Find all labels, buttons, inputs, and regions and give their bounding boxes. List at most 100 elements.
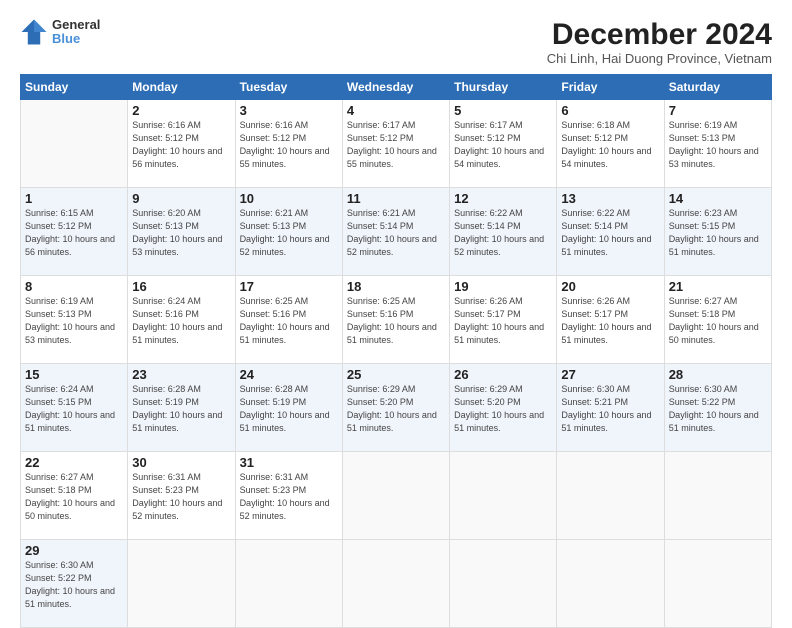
day-number: 21 <box>669 279 767 294</box>
day-info: Sunrise: 6:30 AMSunset: 5:21 PMDaylight:… <box>561 383 659 435</box>
logo-line2: Blue <box>52 32 100 46</box>
table-row: 19Sunrise: 6:26 AMSunset: 5:17 PMDayligh… <box>450 276 557 364</box>
table-row: 27Sunrise: 6:30 AMSunset: 5:21 PMDayligh… <box>557 364 664 452</box>
table-row: 4Sunrise: 6:17 AMSunset: 5:12 PMDaylight… <box>342 100 449 188</box>
table-row <box>342 452 449 540</box>
day-number: 3 <box>240 103 338 118</box>
calendar-row: 1Sunrise: 6:15 AMSunset: 5:12 PMDaylight… <box>21 188 772 276</box>
page: General Blue December 2024 Chi Linh, Hai… <box>0 0 792 612</box>
table-row: 30Sunrise: 6:31 AMSunset: 5:23 PMDayligh… <box>128 452 235 540</box>
logo-line1: General <box>52 18 100 32</box>
table-row: 16Sunrise: 6:24 AMSunset: 5:16 PMDayligh… <box>128 276 235 364</box>
day-info: Sunrise: 6:27 AMSunset: 5:18 PMDaylight:… <box>25 471 123 523</box>
header-saturday: Saturday <box>664 75 771 100</box>
header-wednesday: Wednesday <box>342 75 449 100</box>
table-row <box>342 540 449 628</box>
table-row: 26Sunrise: 6:29 AMSunset: 5:20 PMDayligh… <box>450 364 557 452</box>
day-info: Sunrise: 6:21 AMSunset: 5:14 PMDaylight:… <box>347 207 445 259</box>
day-number: 5 <box>454 103 552 118</box>
day-info: Sunrise: 6:24 AMSunset: 5:15 PMDaylight:… <box>25 383 123 435</box>
header-row: Sunday Monday Tuesday Wednesday Thursday… <box>21 75 772 100</box>
day-info: Sunrise: 6:26 AMSunset: 5:17 PMDaylight:… <box>454 295 552 347</box>
day-info: Sunrise: 6:26 AMSunset: 5:17 PMDaylight:… <box>561 295 659 347</box>
day-info: Sunrise: 6:29 AMSunset: 5:20 PMDaylight:… <box>347 383 445 435</box>
day-info: Sunrise: 6:31 AMSunset: 5:23 PMDaylight:… <box>132 471 230 523</box>
table-row: 17Sunrise: 6:25 AMSunset: 5:16 PMDayligh… <box>235 276 342 364</box>
day-number: 29 <box>25 543 123 558</box>
title-block: December 2024 Chi Linh, Hai Duong Provin… <box>547 18 772 66</box>
day-number: 17 <box>240 279 338 294</box>
table-row <box>557 452 664 540</box>
day-number: 2 <box>132 103 230 118</box>
day-info: Sunrise: 6:16 AMSunset: 5:12 PMDaylight:… <box>240 119 338 171</box>
day-number: 27 <box>561 367 659 382</box>
day-info: Sunrise: 6:19 AMSunset: 5:13 PMDaylight:… <box>25 295 123 347</box>
day-number: 10 <box>240 191 338 206</box>
logo: General Blue <box>20 18 100 47</box>
table-row <box>128 540 235 628</box>
table-row: 23Sunrise: 6:28 AMSunset: 5:19 PMDayligh… <box>128 364 235 452</box>
day-info: Sunrise: 6:24 AMSunset: 5:16 PMDaylight:… <box>132 295 230 347</box>
day-number: 25 <box>347 367 445 382</box>
day-number: 31 <box>240 455 338 470</box>
header-sunday: Sunday <box>21 75 128 100</box>
logo-text: General Blue <box>52 18 100 47</box>
table-row: 2Sunrise: 6:16 AMSunset: 5:12 PMDaylight… <box>128 100 235 188</box>
day-number: 9 <box>132 191 230 206</box>
day-info: Sunrise: 6:19 AMSunset: 5:13 PMDaylight:… <box>669 119 767 171</box>
day-number: 14 <box>669 191 767 206</box>
day-info: Sunrise: 6:30 AMSunset: 5:22 PMDaylight:… <box>25 559 123 611</box>
table-row: 7Sunrise: 6:19 AMSunset: 5:13 PMDaylight… <box>664 100 771 188</box>
day-info: Sunrise: 6:17 AMSunset: 5:12 PMDaylight:… <box>454 119 552 171</box>
table-row <box>450 540 557 628</box>
day-number: 11 <box>347 191 445 206</box>
table-row: 22Sunrise: 6:27 AMSunset: 5:18 PMDayligh… <box>21 452 128 540</box>
calendar-row: 2Sunrise: 6:16 AMSunset: 5:12 PMDaylight… <box>21 100 772 188</box>
day-info: Sunrise: 6:15 AMSunset: 5:12 PMDaylight:… <box>25 207 123 259</box>
day-number: 19 <box>454 279 552 294</box>
day-info: Sunrise: 6:16 AMSunset: 5:12 PMDaylight:… <box>132 119 230 171</box>
table-row: 11Sunrise: 6:21 AMSunset: 5:14 PMDayligh… <box>342 188 449 276</box>
day-number: 1 <box>25 191 123 206</box>
day-number: 12 <box>454 191 552 206</box>
table-row: 14Sunrise: 6:23 AMSunset: 5:15 PMDayligh… <box>664 188 771 276</box>
day-number: 24 <box>240 367 338 382</box>
day-info: Sunrise: 6:22 AMSunset: 5:14 PMDaylight:… <box>561 207 659 259</box>
day-number: 15 <box>25 367 123 382</box>
table-row: 18Sunrise: 6:25 AMSunset: 5:16 PMDayligh… <box>342 276 449 364</box>
calendar-row: 8Sunrise: 6:19 AMSunset: 5:13 PMDaylight… <box>21 276 772 364</box>
header: General Blue December 2024 Chi Linh, Hai… <box>20 18 772 66</box>
day-info: Sunrise: 6:22 AMSunset: 5:14 PMDaylight:… <box>454 207 552 259</box>
day-info: Sunrise: 6:18 AMSunset: 5:12 PMDaylight:… <box>561 119 659 171</box>
table-row <box>450 452 557 540</box>
table-row: 20Sunrise: 6:26 AMSunset: 5:17 PMDayligh… <box>557 276 664 364</box>
day-info: Sunrise: 6:25 AMSunset: 5:16 PMDaylight:… <box>347 295 445 347</box>
day-info: Sunrise: 6:30 AMSunset: 5:22 PMDaylight:… <box>669 383 767 435</box>
table-row: 12Sunrise: 6:22 AMSunset: 5:14 PMDayligh… <box>450 188 557 276</box>
table-row: 6Sunrise: 6:18 AMSunset: 5:12 PMDaylight… <box>557 100 664 188</box>
calendar-subtitle: Chi Linh, Hai Duong Province, Vietnam <box>547 51 772 66</box>
day-info: Sunrise: 6:28 AMSunset: 5:19 PMDaylight:… <box>240 383 338 435</box>
table-row <box>664 452 771 540</box>
day-number: 16 <box>132 279 230 294</box>
table-row: 24Sunrise: 6:28 AMSunset: 5:19 PMDayligh… <box>235 364 342 452</box>
table-row: 3Sunrise: 6:16 AMSunset: 5:12 PMDaylight… <box>235 100 342 188</box>
day-info: Sunrise: 6:28 AMSunset: 5:19 PMDaylight:… <box>132 383 230 435</box>
table-row <box>21 100 128 188</box>
day-number: 8 <box>25 279 123 294</box>
day-info: Sunrise: 6:21 AMSunset: 5:13 PMDaylight:… <box>240 207 338 259</box>
table-row: 1Sunrise: 6:15 AMSunset: 5:12 PMDaylight… <box>21 188 128 276</box>
header-friday: Friday <box>557 75 664 100</box>
table-row: 13Sunrise: 6:22 AMSunset: 5:14 PMDayligh… <box>557 188 664 276</box>
calendar-row: 15Sunrise: 6:24 AMSunset: 5:15 PMDayligh… <box>21 364 772 452</box>
header-monday: Monday <box>128 75 235 100</box>
calendar-table: Sunday Monday Tuesday Wednesday Thursday… <box>20 74 772 628</box>
day-number: 28 <box>669 367 767 382</box>
day-info: Sunrise: 6:29 AMSunset: 5:20 PMDaylight:… <box>454 383 552 435</box>
day-number: 23 <box>132 367 230 382</box>
day-info: Sunrise: 6:31 AMSunset: 5:23 PMDaylight:… <box>240 471 338 523</box>
day-number: 4 <box>347 103 445 118</box>
day-info: Sunrise: 6:23 AMSunset: 5:15 PMDaylight:… <box>669 207 767 259</box>
table-row: 29Sunrise: 6:30 AMSunset: 5:22 PMDayligh… <box>21 540 128 628</box>
calendar-row: 22Sunrise: 6:27 AMSunset: 5:18 PMDayligh… <box>21 452 772 540</box>
